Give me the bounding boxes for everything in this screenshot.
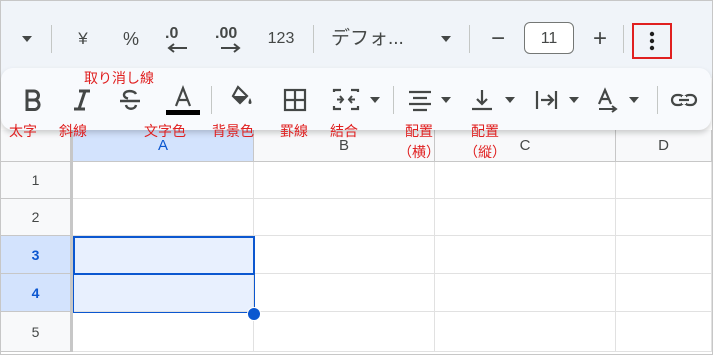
cell-c3[interactable] [435, 236, 616, 274]
vertical-align-button[interactable] [467, 82, 521, 118]
cell-a2[interactable] [73, 199, 254, 236]
text-color-icon [166, 84, 200, 115]
text-rotation-icon [597, 87, 639, 113]
fill-handle[interactable] [247, 307, 261, 321]
cell-b3[interactable] [254, 236, 435, 274]
column-header-d[interactable]: D [616, 130, 712, 162]
toolbar-divider [313, 25, 314, 53]
bold-icon [25, 89, 41, 111]
currency-format-button[interactable]: ¥ [67, 21, 99, 57]
decrease-decimal-button[interactable]: .0 [161, 21, 197, 57]
increase-decimal-button[interactable]: .00 [213, 21, 249, 57]
horizontal-align-annotation: 配置 （横） [397, 121, 441, 163]
cell-b2[interactable] [254, 199, 435, 236]
cell-b4[interactable] [254, 274, 435, 312]
number-format-button[interactable]: 123 [261, 21, 301, 57]
toolbar-divider [211, 86, 212, 114]
fill-color-button[interactable] [227, 82, 257, 118]
text-color-annotation: 文字色 [144, 123, 186, 139]
fill-color-annotation: 背景色 [212, 123, 254, 139]
active-cell-outline [73, 236, 255, 275]
horizontal-align-annotation-line-2: （横） [398, 144, 440, 160]
cell-b5[interactable] [254, 312, 435, 352]
cell-d4[interactable] [616, 274, 712, 312]
link-icon [670, 93, 698, 107]
toolbar-divider [623, 25, 624, 53]
arrow-left-icon [167, 43, 187, 53]
caret-down-icon [22, 36, 32, 42]
toolbar-divider [393, 86, 394, 114]
toolbar-divider [469, 25, 470, 53]
font-size-input[interactable]: 11 [524, 22, 574, 54]
collapse-menu-button[interactable] [13, 21, 41, 57]
bold-annotation: 太字 [9, 123, 37, 139]
borders-annotation: 罫線 [280, 123, 308, 139]
text-rotation-button[interactable] [593, 82, 647, 118]
cell-d1[interactable] [616, 162, 712, 199]
cell-d5[interactable] [616, 312, 712, 352]
cell-c5[interactable] [435, 312, 616, 352]
cell-d3[interactable] [616, 236, 712, 274]
strikethrough-annotation: 取り消し線 [84, 70, 154, 86]
align-bottom-icon [472, 90, 515, 111]
row-header-2[interactable]: 2 [1, 199, 73, 236]
text-color-button[interactable] [165, 82, 200, 118]
cell-a1[interactable] [73, 162, 254, 199]
italic-button[interactable] [67, 82, 97, 118]
caret-down-icon [441, 36, 451, 42]
italic-icon [74, 89, 90, 111]
italic-annotation: 斜線 [59, 123, 87, 139]
borders-button[interactable] [279, 82, 309, 118]
vertical-align-annotation-line-1: 配置 [471, 123, 499, 139]
more-vertical-icon [649, 31, 655, 51]
font-family-value: デフォ... [331, 28, 404, 49]
merge-cells-button[interactable] [329, 82, 383, 118]
arrow-right-icon [221, 43, 241, 53]
paint-bucket-icon [231, 85, 252, 105]
font-family-select[interactable]: デフォ... [331, 21, 451, 57]
merge-annotation: 結合 [330, 123, 358, 139]
cell-b1[interactable] [254, 162, 435, 199]
row-header-1[interactable]: 1 [1, 162, 73, 199]
cell-c1[interactable] [435, 162, 616, 199]
decrease-font-size-button[interactable]: − [483, 21, 513, 57]
spreadsheet-grid: A B C D 1 2 3 4 5 [1, 130, 712, 355]
cell-a5[interactable] [73, 312, 254, 352]
toolbar-divider [51, 25, 52, 53]
toolbar-divider [657, 86, 658, 114]
merge-icon [332, 88, 380, 111]
vertical-align-annotation: 配置 （縦） [463, 121, 507, 163]
align-center-icon [409, 90, 451, 112]
main-toolbar: ¥ % .0 .00 123 デフォ... − 11 + [1, 1, 712, 78]
cell-c4[interactable] [435, 274, 616, 312]
insert-link-button[interactable] [669, 82, 699, 118]
horizontal-align-annotation-line-1: 配置 [405, 123, 433, 139]
row-header-3[interactable]: 3 [1, 236, 73, 274]
strikethrough-button[interactable] [115, 82, 145, 118]
increase-font-size-button[interactable]: + [585, 21, 615, 57]
row-header-4[interactable]: 4 [1, 274, 73, 312]
borders-icon [283, 88, 307, 112]
horizontal-align-button[interactable] [405, 82, 459, 118]
cell-d2[interactable] [616, 199, 712, 236]
bold-button[interactable] [17, 82, 47, 118]
more-options-button[interactable] [632, 23, 672, 59]
vertical-align-annotation-line-2: （縦） [464, 144, 506, 160]
cell-c2[interactable] [435, 199, 616, 236]
strikethrough-icon [120, 89, 140, 110]
text-wrapping-button[interactable] [531, 82, 585, 118]
row-header-5[interactable]: 5 [1, 312, 73, 352]
percent-format-button[interactable]: % [115, 21, 147, 57]
text-wrap-icon [535, 91, 579, 109]
